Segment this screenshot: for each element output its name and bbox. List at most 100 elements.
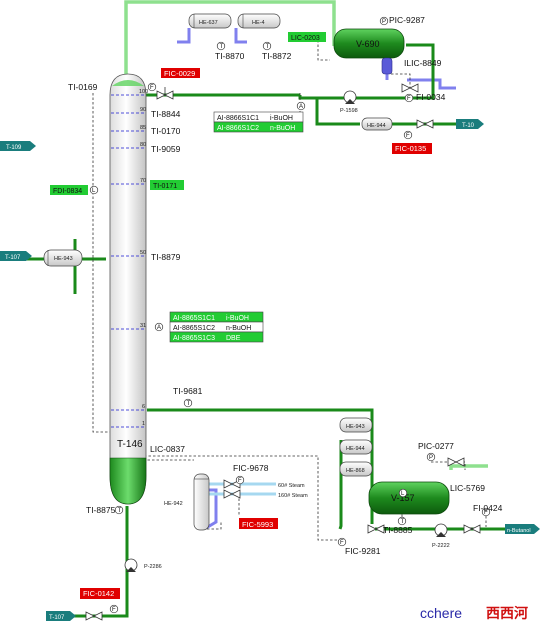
pump-label: P-2222 bbox=[432, 543, 450, 549]
label-ti0169: TI-0169 bbox=[68, 82, 98, 92]
label-ti9059: TI-9059 bbox=[151, 144, 181, 154]
heat-exchanger-he943-side[interactable]: HE-943 bbox=[43, 249, 83, 267]
alarm-tag-label: FIC-0029 bbox=[164, 69, 195, 78]
label-ilic8849: ILIC-8849 bbox=[404, 58, 442, 68]
exchanger-label: HE-637 bbox=[199, 20, 218, 26]
instrument-bubbles bbox=[89, 16, 491, 614]
control-valve[interactable] bbox=[367, 524, 385, 534]
heat-exchanger-he943[interactable]: HE-943 bbox=[339, 417, 373, 433]
watermark-cn: 西西河 bbox=[486, 605, 528, 621]
green-tag-lic0203[interactable]: LIC-0203 bbox=[288, 32, 326, 42]
control-valve[interactable] bbox=[463, 524, 481, 534]
analyzer-panel-side[interactable]: AI-8865S1C1 i-BuOH AI-8865S1C2 n-BuOH AI… bbox=[169, 311, 264, 343]
tray-label: 6 bbox=[142, 404, 145, 410]
tray-label: 80 bbox=[140, 142, 146, 148]
svg-text:F: F bbox=[112, 607, 116, 613]
svg-text:T: T bbox=[220, 44, 224, 50]
exchanger-label: HE-944 bbox=[346, 446, 365, 452]
vessel-v690[interactable]: V-690 bbox=[333, 28, 405, 75]
label-ti9681: TI-9681 bbox=[173, 386, 203, 396]
green-tag-label: TI-0171 bbox=[153, 183, 177, 190]
heat-exchanger-he944-top[interactable]: HE-944 bbox=[361, 117, 393, 131]
label-ti8870: TI-8870 bbox=[215, 51, 245, 61]
tray-label: 31 bbox=[140, 323, 146, 329]
connector-t10[interactable]: T-10 bbox=[456, 119, 484, 129]
connector-label: T-10 bbox=[462, 123, 475, 129]
label-ti8872: TI-8872 bbox=[262, 51, 292, 61]
tray-label: 85 bbox=[140, 125, 146, 131]
label-pic0277: PIC-0277 bbox=[418, 441, 454, 451]
svg-text:T: T bbox=[187, 401, 191, 407]
label-lic0837: LIC-0837 bbox=[150, 444, 185, 454]
green-tag-label: FDI-0834 bbox=[53, 188, 82, 195]
svg-text:P: P bbox=[429, 455, 433, 461]
watermark-brand: cchere bbox=[420, 605, 462, 621]
control-valve[interactable] bbox=[156, 87, 174, 100]
tray-label: 50 bbox=[140, 250, 146, 256]
svg-text:P: P bbox=[382, 19, 386, 25]
green-tag-ti0171[interactable]: TI-0171 bbox=[150, 180, 184, 190]
analyzer-tag: AI-8865S1C3 bbox=[173, 335, 215, 342]
analyzer-panel-top[interactable]: AI-8866S1C1 i-BuOH AI-8866S1C2 n-BuOH bbox=[213, 111, 304, 133]
analyzer-component: i-BuOH bbox=[226, 315, 249, 322]
alarm-tag-fic0135[interactable]: FIC-0135 bbox=[392, 143, 432, 154]
analyzer-tag: AI-8866S1C1 bbox=[217, 115, 259, 122]
connector-label: T-109 bbox=[6, 145, 22, 151]
vessel-label: V-690 bbox=[356, 39, 380, 49]
green-tag-fdi0834[interactable]: FDI-0834 bbox=[50, 185, 88, 195]
label-ti8879: TI-8879 bbox=[151, 252, 181, 262]
pump-p2286[interactable]: P-2286 bbox=[124, 558, 162, 572]
connector-t109[interactable]: T-109 bbox=[0, 141, 36, 151]
heat-exchanger-he944[interactable]: HE-944 bbox=[339, 439, 373, 455]
label-fi0034: FI-0034 bbox=[416, 92, 446, 102]
pump-p1598[interactable]: P-1598 bbox=[340, 90, 358, 114]
steam-label-160: 160# Steam bbox=[278, 493, 308, 499]
green-tag-label: LIC-0203 bbox=[291, 35, 320, 42]
heat-exchanger-he942[interactable]: HE-942 bbox=[164, 473, 210, 531]
label-lic5769: LIC-5769 bbox=[450, 483, 485, 493]
svg-text:F: F bbox=[150, 85, 154, 91]
connector-label: T-107 bbox=[49, 615, 65, 621]
svg-text:A: A bbox=[157, 325, 161, 331]
exchanger-label: HE-943 bbox=[346, 424, 365, 430]
alarm-tag-fic0142[interactable]: FIC-0142 bbox=[80, 588, 120, 599]
pump-label: P-2286 bbox=[144, 564, 162, 570]
analyzer-component: n-BuOH bbox=[270, 125, 295, 132]
connector-label: T-107 bbox=[5, 255, 21, 261]
label-pic9287: PIC-9287 bbox=[389, 15, 425, 25]
alarm-tag-fic5993[interactable]: FIC-5993 bbox=[239, 518, 278, 529]
analyzer-tag: AI-8865S1C2 bbox=[173, 325, 215, 332]
connector-label: n-Butanol bbox=[507, 528, 531, 534]
watermark: cchere 西西河 bbox=[420, 605, 528, 621]
control-valve[interactable] bbox=[401, 83, 419, 93]
svg-text:F: F bbox=[406, 133, 410, 139]
analyzer-component: DBE bbox=[226, 335, 241, 342]
control-valve[interactable] bbox=[85, 611, 103, 621]
analyzer-component: n-BuOH bbox=[226, 325, 251, 332]
label-ti0170: TI-0170 bbox=[151, 126, 181, 136]
svg-text:F: F bbox=[407, 96, 411, 102]
tray-label: 1 bbox=[142, 421, 145, 427]
exchanger-label: HE-944 bbox=[367, 123, 386, 129]
label-fic9281: FIC-9281 bbox=[345, 546, 381, 556]
heat-exchanger-he868[interactable]: HE-868 bbox=[339, 461, 373, 477]
heat-exchanger-he4[interactable]: HE-4 bbox=[237, 13, 281, 29]
alarm-tag-label: FIC-0142 bbox=[83, 589, 114, 598]
vessel-v157[interactable]: V-157 bbox=[368, 481, 450, 515]
connector-n-butanol[interactable]: n-Butanol bbox=[505, 524, 540, 534]
exchanger-label: HE-943 bbox=[54, 256, 73, 262]
control-valve[interactable] bbox=[416, 119, 434, 129]
label-ti8875: TI-8875 bbox=[86, 505, 116, 515]
alarm-tag-fic0029[interactable]: FIC-0029 bbox=[161, 68, 200, 78]
label-fic9678: FIC-9678 bbox=[233, 463, 269, 473]
exchanger-label: HE-4 bbox=[252, 20, 265, 26]
connector-t107-bottom[interactable]: T-107 bbox=[46, 611, 76, 621]
connector-t107-mid[interactable]: T-107 bbox=[0, 251, 32, 261]
heat-exchanger-he637[interactable]: HE-637 bbox=[188, 13, 232, 29]
pid-diagram: 100 90 85 80 70 50 31 6 1 T-146 V-690 V-… bbox=[0, 0, 540, 621]
steam-label-60: 60# Steam bbox=[278, 483, 305, 489]
svg-text:T: T bbox=[118, 508, 122, 514]
svg-text:A: A bbox=[299, 104, 303, 110]
label-ti8844: TI-8844 bbox=[151, 109, 181, 119]
exchanger-label: HE-942 bbox=[164, 501, 183, 507]
